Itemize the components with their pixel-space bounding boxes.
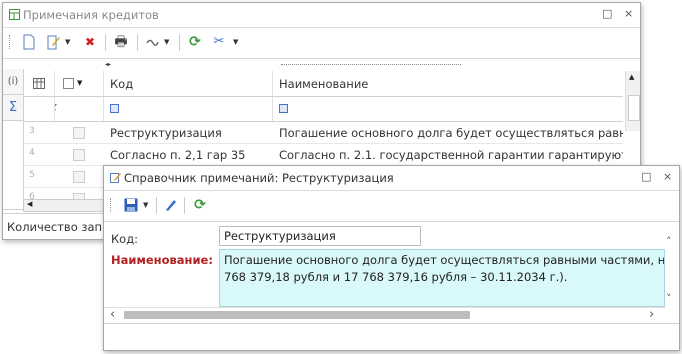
tools-icon[interactable]: ✂ xyxy=(211,34,227,50)
row-checkbox[interactable] xyxy=(73,127,85,139)
row-code: Реструктуризация xyxy=(110,126,222,140)
checkbox-icon xyxy=(63,78,74,89)
row-code: Согласно п. 2,1 гар 35 xyxy=(110,148,246,162)
save-icon[interactable] xyxy=(124,197,138,213)
close-button[interactable]: × xyxy=(663,170,672,183)
print-icon[interactable]: 🖶 xyxy=(113,34,129,50)
column-header-name-label: Наименование xyxy=(279,77,369,91)
filter-name-cell[interactable] xyxy=(273,97,623,121)
scroll-down-arrow[interactable]: ˅ xyxy=(666,292,672,305)
left-panel xyxy=(3,121,24,210)
toolbar-separator xyxy=(184,197,185,214)
main-toolbar: ▼ ✖ 🖶 ▼ ⟳ ✂ ▼ xyxy=(3,28,640,59)
info-button[interactable]: (i) xyxy=(3,69,24,95)
edit-pen-icon[interactable] xyxy=(164,197,178,213)
toolbar-grip xyxy=(9,35,12,49)
grid-filter-row: ✗ xyxy=(23,97,623,122)
scroll-left-arrow[interactable]: ◀ xyxy=(27,200,32,208)
toolbar-separator xyxy=(137,34,138,51)
filter-name-icon xyxy=(279,104,288,113)
column-header-code-label: Код xyxy=(110,77,134,91)
restore-button[interactable]: □ xyxy=(641,170,651,183)
dialog-status-bar xyxy=(104,323,679,350)
column-resize-marker: ◂▸ xyxy=(105,61,112,68)
dialog-vertical-scrollbar[interactable]: ˄ ˅ xyxy=(665,234,677,307)
dialog-horizontal-scrollbar[interactable]: ‹ › xyxy=(104,307,665,322)
table-row[interactable]: 4 Согласно п. 2,1 гар 35 Согласно п. 2.1… xyxy=(23,144,623,166)
save-dropdown-arrow[interactable]: ▼ xyxy=(143,201,148,209)
sum-button[interactable]: Σ xyxy=(3,95,24,121)
link-icon[interactable] xyxy=(145,34,159,50)
scroll-up-arrow[interactable]: ˄ xyxy=(666,235,672,248)
toolbar-separator xyxy=(156,197,157,214)
edit-dropdown-arrow[interactable]: ▼ xyxy=(65,38,70,46)
grid-window-icon xyxy=(9,9,20,20)
column-header-code[interactable]: Код xyxy=(104,71,273,96)
filter-code-cell[interactable] xyxy=(104,97,273,121)
new-doc-icon[interactable] xyxy=(23,34,35,50)
group-panel-line xyxy=(281,64,461,66)
row-number: 5 xyxy=(29,170,35,180)
scroll-up-arrow[interactable]: ▲ xyxy=(629,73,634,81)
filter-clear-cell[interactable]: ✗ xyxy=(55,97,104,121)
table-row[interactable]: 3 Реструктуризация Погашение основного д… xyxy=(23,122,623,144)
name-label: Наименование: xyxy=(111,253,213,267)
refresh-icon[interactable]: ⟳ xyxy=(192,197,208,213)
filter-cell-empty xyxy=(23,97,55,121)
row-name: Погашение основного долга будет осуществ… xyxy=(279,126,623,140)
main-titlebar: Примечания кредитов □ × xyxy=(3,3,640,28)
restore-button[interactable]: □ xyxy=(602,7,612,20)
column-header-name[interactable]: Наименование xyxy=(273,71,623,96)
code-label: Код: xyxy=(111,232,139,246)
select-all-checkbox[interactable]: ▼ xyxy=(55,71,104,96)
dialog-toolbar: ▼ ⟳ xyxy=(104,191,679,222)
chevron-down-icon: ▼ xyxy=(77,79,83,87)
name-line-1: Погашение основного долга будет осуществ… xyxy=(224,253,665,267)
table-icon xyxy=(33,78,45,89)
refresh-icon[interactable]: ⟳ xyxy=(187,34,203,50)
toolbar-separator xyxy=(105,34,106,51)
close-button[interactable]: × xyxy=(624,7,633,20)
scroll-thumb[interactable] xyxy=(628,95,640,121)
filter-clear-icon: ✗ xyxy=(55,102,58,115)
delete-icon[interactable]: ✖ xyxy=(83,34,97,50)
row-checkbox[interactable] xyxy=(73,171,85,183)
record-count-label: Количество запис xyxy=(7,220,116,234)
scroll-thumb[interactable] xyxy=(124,311,470,319)
edit-icon[interactable] xyxy=(47,34,61,50)
code-field[interactable]: Реструктуризация xyxy=(219,226,421,246)
main-window-title: Примечания кредитов xyxy=(23,8,159,22)
edit-window-icon xyxy=(110,173,121,183)
tools-dropdown-arrow[interactable]: ▼ xyxy=(233,38,238,46)
toolbar-grip xyxy=(110,198,113,212)
scroll-right-arrow[interactable]: › xyxy=(649,307,654,322)
notes-reference-dialog: Справочник примечаний: Реструктуризация … xyxy=(103,165,680,351)
name-line-2: 768 379,18 рубля и 17 768 379,16 рубля –… xyxy=(224,270,568,284)
grid-vertical-scrollbar[interactable]: ▲ xyxy=(625,71,640,131)
dialog-titlebar: Справочник примечаний: Реструктуризация … xyxy=(104,166,679,191)
filter-code-icon xyxy=(110,104,119,113)
toolbar-separator xyxy=(179,34,180,51)
row-name: Согласно п. 2.1. государственной гаранти… xyxy=(279,148,623,162)
row-checkbox[interactable] xyxy=(73,149,85,161)
row-number: 4 xyxy=(29,148,35,158)
link-dropdown-arrow[interactable]: ▼ xyxy=(164,38,169,46)
name-memo-field[interactable]: Погашение основного долга будет осуществ… xyxy=(219,249,665,307)
scroll-left-arrow[interactable]: ‹ xyxy=(110,307,115,322)
row-number: 3 xyxy=(29,126,35,136)
dialog-title: Справочник примечаний: Реструктуризация xyxy=(124,171,394,185)
column-chooser[interactable] xyxy=(23,71,55,96)
grid-header-row: ▼ Код Наименование xyxy=(23,71,623,97)
